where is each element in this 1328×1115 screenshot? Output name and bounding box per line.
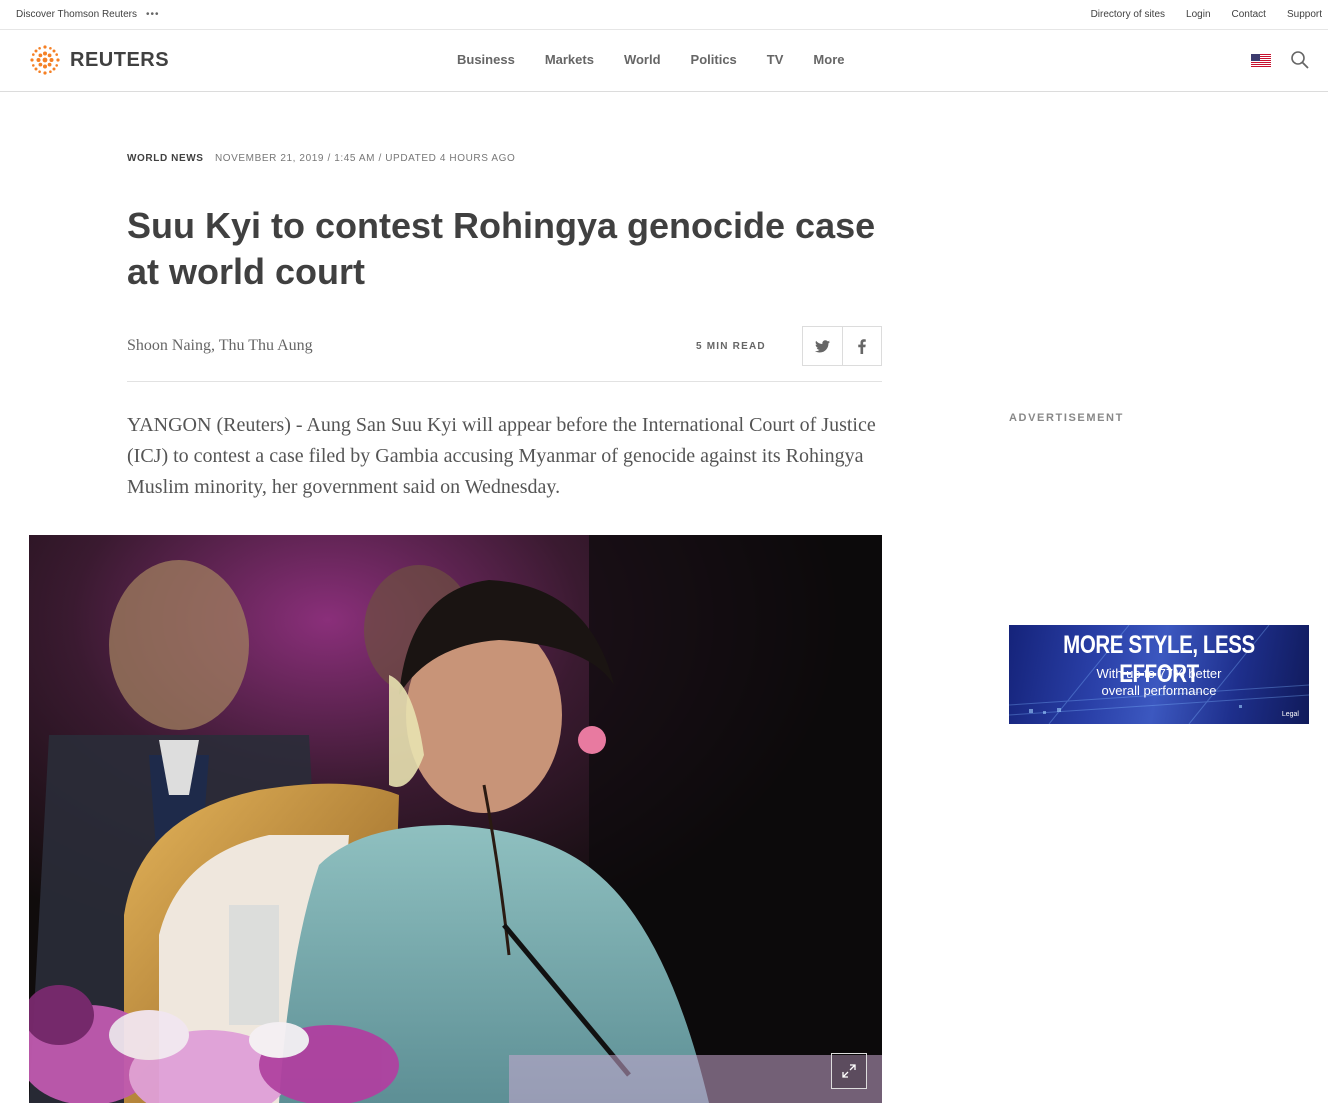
nav-tv[interactable]: TV (767, 52, 784, 67)
ad-subtext-line2: overall performance (1101, 683, 1217, 698)
utility-bar: Discover Thomson Reuters ••• Directory o… (0, 0, 1328, 30)
nav-business[interactable]: Business (457, 52, 515, 67)
us-flag-icon[interactable] (1251, 54, 1271, 67)
discover-label[interactable]: Discover Thomson Reuters (16, 9, 137, 20)
twitter-icon (814, 339, 830, 352)
reuters-logo[interactable]: REUTERS (28, 43, 169, 77)
discover-menu[interactable]: Discover Thomson Reuters ••• (16, 9, 160, 20)
utility-links: Directory of sites Login Contact Support (1070, 9, 1322, 20)
nav-more[interactable]: More (813, 52, 844, 67)
contact-link[interactable]: Contact (1232, 9, 1266, 20)
ad-brand: Legal (1281, 711, 1299, 718)
facebook-icon (858, 338, 866, 354)
more-dots-icon[interactable]: ••• (146, 9, 160, 20)
twitter-share-button[interactable] (803, 327, 842, 365)
photo-illustration (29, 535, 882, 1103)
facebook-share-button[interactable] (841, 327, 881, 365)
nav-world[interactable]: World (624, 52, 661, 67)
ad-subtext-line1: With up to 77% better (1096, 666, 1222, 681)
support-link[interactable]: Support (1287, 9, 1322, 20)
main-header: REUTERS Business Markets World Politics … (0, 30, 1328, 92)
ad-subtext: With up to 77% better overall performanc… (1009, 665, 1309, 699)
nav-politics[interactable]: Politics (691, 52, 737, 67)
article-meta: WORLD NEWS NOVEMBER 21, 2019 / 1:45 AM /… (127, 153, 515, 164)
expand-photo-button[interactable] (831, 1053, 867, 1089)
login-link[interactable]: Login (1186, 9, 1210, 20)
article-lede: YANGON (Reuters) - Aung San Suu Kyi will… (127, 414, 876, 498)
lead-photo[interactable] (29, 535, 882, 1103)
read-time: 5 MIN READ (696, 341, 766, 352)
dateline: NOVEMBER 21, 2019 / 1:45 AM / UPDATED 4 … (214, 153, 516, 164)
logo-wordmark[interactable]: REUTERS (70, 49, 169, 72)
article-byline[interactable]: Shoon Naing, Thu Thu Aung (127, 337, 313, 355)
nav-markets[interactable]: Markets (545, 52, 594, 67)
reuters-logo-icon (30, 45, 60, 75)
section-link[interactable]: WORLD NEWS (127, 153, 204, 164)
advertisement-label: ADVERTISEMENT (1009, 412, 1124, 424)
search-icon[interactable] (1290, 50, 1310, 70)
primary-nav: Business Markets World Politics TV More (457, 52, 874, 67)
ad-banner[interactable]: MORE STYLE, LESS EFFORT With up to 77% b… (1009, 625, 1309, 724)
article-headline: Suu Kyi to contest Rohingya genocide cas… (127, 205, 876, 292)
divider (127, 381, 882, 382)
directory-link[interactable]: Directory of sites (1091, 9, 1165, 20)
share-buttons (802, 326, 882, 366)
expand-icon (842, 1064, 856, 1078)
